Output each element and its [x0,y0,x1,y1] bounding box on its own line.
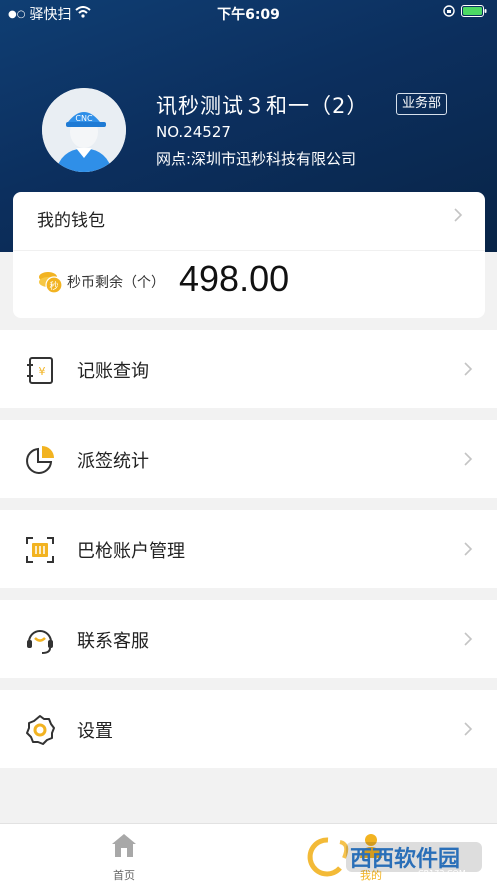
avatar[interactable]: CNC [42,88,126,172]
coin-balance-label: 秒币剩余（个） [67,275,165,291]
status-bar: ●○ 驿快扫 下午6:09 [0,0,497,26]
chevron-right-icon [463,721,473,741]
wallet-divider [13,250,485,251]
headset-icon [24,624,56,656]
battery-icon [461,5,487,21]
watermark-url: CR173.COM [418,869,466,878]
tab-home[interactable]: 首页 [84,824,164,883]
coin-icon: 秒 [37,268,63,298]
menu-label-ledger: 记账查询 [77,361,149,382]
menu-label-dispatch-stats: 派签统计 [77,451,149,472]
scanner-icon [24,534,56,566]
coin-icon-text: 秒 [49,280,58,292]
gear-icon [24,714,56,746]
pie-chart-icon [24,444,56,476]
menu-label-settings: 设置 [77,721,113,742]
tab-home-label: 首页 [113,869,135,882]
profile-site: 网点:深圳市迅秒科技有限公司 [156,150,357,168]
chevron-right-icon [463,541,473,561]
watermark-logo: 西西软件园 CR173.COM [300,834,485,878]
menu-label-scanner-account: 巴枪账户管理 [77,541,185,562]
home-icon [110,832,138,862]
chevron-right-icon [463,451,473,471]
menu-item-customer-service[interactable]: 联系客服 [0,600,497,678]
status-time: 下午6:09 [217,7,280,23]
menu-label-customer-service: 联系客服 [77,631,149,652]
ledger-icon: ¥ [24,354,56,386]
status-right-group [443,5,487,21]
avatar-cap-text: CNC [75,114,93,123]
menu-item-dispatch-stats[interactable]: 派签统计 [0,420,497,498]
orientation-lock-icon [443,5,455,21]
department-badge: 业务部 [396,93,448,115]
wallet-title: 我的钱包 [37,211,105,231]
chevron-right-icon [463,361,473,381]
chevron-right-icon [463,631,473,651]
profile-name: 讯秒测试３和一（2） [156,94,369,118]
coin-balance-value: 498.00 [179,258,290,299]
wallet-card[interactable]: 我的钱包 秒 秒币剩余（个） 498.00 [13,192,485,318]
menu-item-ledger[interactable]: ¥ 记账查询 [0,330,497,408]
svg-text:¥: ¥ [39,365,46,378]
profile-number: NO.24527 [156,123,231,141]
menu-item-settings[interactable]: 设置 [0,690,497,768]
chevron-right-icon [453,207,463,227]
menu-item-scanner-account[interactable]: 巴枪账户管理 [0,510,497,588]
